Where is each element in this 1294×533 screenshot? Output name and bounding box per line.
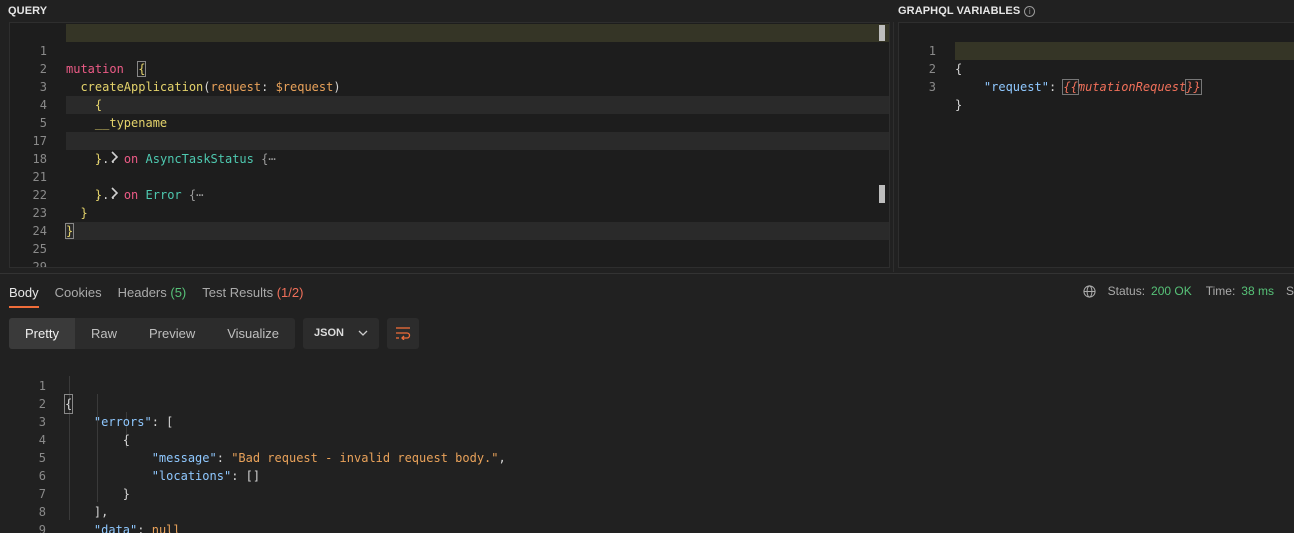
code-line: 9 } bbox=[9, 503, 1294, 533]
line-number: 29 bbox=[32, 260, 47, 268]
request-panels: QUERY 1 mutation { 2 createApplication(r… bbox=[0, 0, 1294, 272]
code-line: 8 "data": null bbox=[9, 485, 1294, 533]
code-line: 3 { bbox=[9, 395, 1294, 447]
code-line: 21 } bbox=[10, 150, 889, 202]
template-close: }} bbox=[1185, 79, 1202, 95]
scrollbar-thumb[interactable] bbox=[879, 185, 885, 203]
variables-title-text: GRAPHQL VARIABLES bbox=[898, 5, 1021, 17]
colon: : bbox=[1048, 80, 1057, 94]
headers-count-badge: (5) bbox=[170, 285, 187, 300]
code-line: 23 } bbox=[10, 186, 889, 239]
time-value[interactable]: 38 ms bbox=[1241, 284, 1274, 298]
json-null: null bbox=[151, 523, 181, 533]
code-line: 7 ], bbox=[9, 467, 1294, 519]
code-line: 24 bbox=[10, 204, 889, 238]
tab-cookies[interactable]: Cookies bbox=[55, 284, 102, 308]
query-title: QUERY bbox=[8, 5, 48, 17]
info-icon[interactable]: i bbox=[1024, 5, 1036, 17]
code-line: 4 "message": "Bad request - invalid requ… bbox=[9, 413, 1294, 465]
code-line: 6 } bbox=[9, 449, 1294, 501]
view-visualize-button[interactable]: Visualize bbox=[211, 318, 295, 349]
response-body[interactable]: 1 { 2 "errors": [ 3 { 4 "message": "Bad … bbox=[9, 358, 1294, 533]
view-pretty-button[interactable]: Pretty bbox=[9, 317, 75, 349]
code-line: 18 ... on Error {⋯ bbox=[10, 132, 889, 202]
code-line: 17 } bbox=[10, 114, 889, 166]
response-status: Status: 200 OK Time: 38 ms S bbox=[1083, 284, 1294, 298]
globe-icon[interactable] bbox=[1083, 284, 1096, 298]
code-line: 2 createApplication(request: $request) bbox=[10, 42, 889, 94]
response-view-toolbar: Pretty Raw Preview Visualize JSON bbox=[9, 317, 420, 349]
code-line: 4 __typename bbox=[10, 78, 889, 130]
tab-body[interactable]: Body bbox=[9, 284, 39, 308]
brace: } bbox=[955, 98, 963, 112]
variables-title: GRAPHQL VARIABLES i bbox=[898, 5, 1036, 17]
view-preview-button[interactable]: Preview bbox=[133, 318, 211, 349]
section-divider[interactable] bbox=[0, 273, 1294, 274]
code-line: 29 } bbox=[10, 240, 889, 267]
view-raw-button[interactable]: Raw bbox=[75, 318, 133, 349]
chevron-down-icon bbox=[358, 330, 368, 336]
tab-test-results[interactable]: Test Results (1/2) bbox=[202, 284, 303, 308]
code-line: 1 mutation { bbox=[10, 24, 889, 77]
response-tabs: Body Cookies Headers (5) Test Results (1… bbox=[9, 284, 319, 308]
tests-count-badge: (1/2) bbox=[276, 285, 304, 300]
format-select-value: JSON bbox=[314, 327, 344, 339]
time-label: Time: bbox=[1205, 284, 1236, 298]
json-key: "request" bbox=[983, 80, 1049, 94]
code-line: 2 "request": {{mutationRequest}} bbox=[899, 42, 1294, 95]
wrap-lines-button[interactable] bbox=[387, 317, 420, 349]
code-line: 1 { bbox=[899, 24, 1294, 76]
code-line: 5 ... on AsyncTaskStatus {⋯ bbox=[10, 96, 889, 166]
json-key: "data" bbox=[93, 523, 138, 533]
code-line: 22 } bbox=[10, 168, 889, 220]
query-editor[interactable]: 1 mutation { 2 createApplication(request… bbox=[9, 22, 890, 268]
panel-divider[interactable] bbox=[893, 22, 894, 272]
code-line: 3 } bbox=[899, 60, 1294, 112]
code-line: 1 { bbox=[9, 359, 1294, 414]
line-number: 3 bbox=[928, 80, 936, 94]
fold-chevron-icon[interactable] bbox=[53, 258, 63, 267]
code-line: 2 "errors": [ bbox=[9, 377, 1294, 429]
status-label: Status: bbox=[1107, 284, 1146, 298]
scrollbar-thumb[interactable] bbox=[879, 25, 885, 41]
wrap-lines-icon bbox=[396, 327, 411, 340]
code-line: 25 fragment errorData on Error {⋯ bbox=[10, 222, 889, 256]
code-line: 5 "locations": [] bbox=[9, 431, 1294, 483]
template-open: {{ bbox=[1062, 79, 1079, 95]
tab-tests-label: Test Results bbox=[202, 285, 274, 300]
tab-headers[interactable]: Headers (5) bbox=[118, 284, 187, 308]
code-line: 3 { bbox=[10, 60, 889, 112]
variables-editor[interactable]: 1 { 2 "request": {{mutationRequest}} 3 } bbox=[898, 22, 1294, 268]
line-number: 9 bbox=[38, 523, 46, 533]
template-variable[interactable]: mutationRequest bbox=[1078, 80, 1186, 94]
tab-headers-label: Headers bbox=[117, 285, 167, 300]
size-label: S bbox=[1285, 284, 1294, 298]
format-select[interactable]: JSON bbox=[303, 317, 380, 349]
status-value[interactable]: 200 OK bbox=[1151, 284, 1192, 298]
view-mode-segmented: Pretty Raw Preview Visualize bbox=[9, 317, 296, 349]
